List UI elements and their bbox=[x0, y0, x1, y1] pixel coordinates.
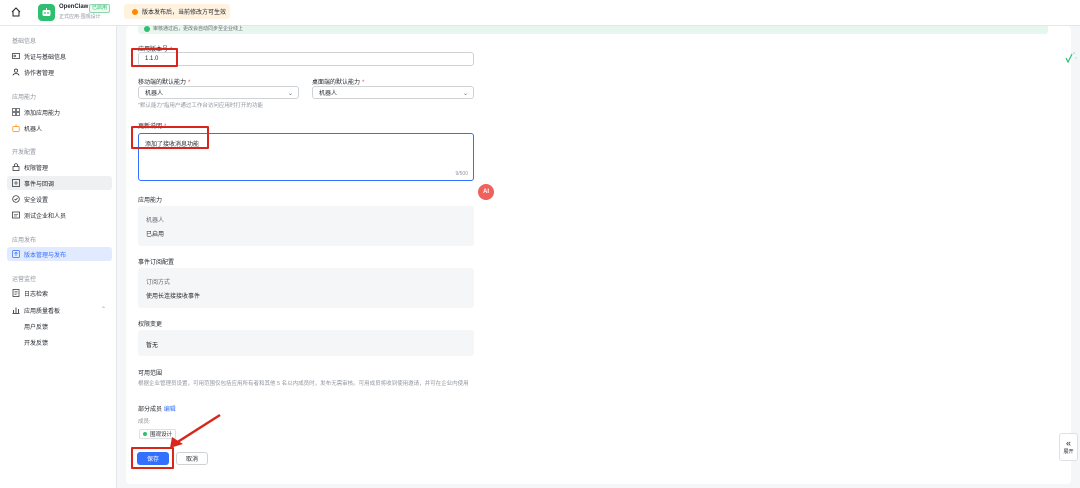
desktop-ability-label: 桌面端的默认能力 * bbox=[312, 80, 365, 86]
annotation-box-version bbox=[131, 48, 178, 67]
sidebar-item-label: 事件与回调 bbox=[24, 181, 55, 188]
scope-section-title: 可用范围 bbox=[138, 371, 163, 377]
event-method-value: 使用长连接接收事件 bbox=[146, 294, 201, 300]
event-card: 订阅方式 使用长连接接收事件 bbox=[138, 268, 474, 308]
sidebar-group-release: 应用发布 bbox=[12, 238, 37, 244]
perm-section-title: 权限变更 bbox=[138, 322, 163, 328]
app-logo-icon bbox=[38, 4, 55, 21]
sidebar-item-add-capability[interactable]: 添加应用能力 bbox=[7, 105, 112, 119]
expand-label: 展开 bbox=[1063, 449, 1074, 455]
sidebar-group-capability: 应用能力 bbox=[12, 95, 37, 101]
sidebar-item-label: 机器人 bbox=[24, 126, 43, 133]
sidebar-item-label: 版本管理与发布 bbox=[24, 252, 67, 259]
sidebar-item-label: 应用质量看板 bbox=[24, 308, 61, 315]
app-name: OpenClaw bbox=[59, 4, 89, 10]
ai-assist-button[interactable]: AI bbox=[478, 184, 494, 200]
scope-description: 根据企业管理员设置，可用范围仅包括应用所有者和其他 5 名以内成员时，发布无需审… bbox=[138, 381, 469, 387]
sparkle-icon bbox=[1065, 52, 1077, 64]
test-icon bbox=[12, 211, 20, 219]
sidebar-item-permissions[interactable]: 权限管理 bbox=[7, 160, 112, 174]
id-card-icon bbox=[12, 53, 20, 59]
chevron-down-icon: ⌄ bbox=[287, 91, 293, 97]
ability-status: 已启用 bbox=[146, 232, 165, 238]
sidebar-item-credentials[interactable]: 凭证与基础信息 bbox=[7, 49, 112, 63]
group-avatar-icon bbox=[143, 432, 147, 436]
grid-icon bbox=[12, 108, 20, 116]
members-label: 成员: bbox=[138, 419, 151, 425]
sidebar-item-label: 权限管理 bbox=[24, 165, 49, 172]
sidebar-item-collaborators[interactable]: 协作者管理 bbox=[7, 65, 112, 79]
sidebar-item-version-release[interactable]: 版本管理与发布 bbox=[7, 247, 112, 261]
ability-name: 机器人 bbox=[146, 218, 165, 224]
annotation-box-notes bbox=[131, 126, 209, 149]
char-count: 9/500 bbox=[455, 171, 468, 177]
desktop-ability-select[interactable]: 机器人 ⌄ bbox=[312, 86, 474, 99]
mobile-ability-label: 移动端的默认能力 * bbox=[138, 80, 191, 86]
sidebar-item-test-org[interactable]: 测试企业和人员 bbox=[7, 208, 112, 222]
sidebar-item-label: 日志检索 bbox=[24, 291, 49, 298]
sidebar: 基础信息 凭证与基础信息 协作者管理 应用能力 添加应用能力 机器人 开发配置 … bbox=[0, 26, 117, 488]
annotation-arrow-icon bbox=[170, 413, 221, 448]
perm-value: 暂无 bbox=[146, 343, 159, 349]
banner-text: 审核通过后，更改会自动同步至企业线上 bbox=[153, 26, 244, 32]
sidebar-item-label: 测试企业和人员 bbox=[24, 213, 67, 220]
status-badge: 已启用 bbox=[89, 4, 111, 13]
sidebar-item-logs[interactable]: 日志检索 bbox=[7, 286, 112, 300]
event-icon bbox=[12, 179, 20, 187]
lock-icon bbox=[12, 163, 20, 171]
mobile-ability-select[interactable]: 机器人 ⌄ bbox=[138, 86, 299, 99]
sidebar-subitem-user-feedback[interactable]: 用户反馈 bbox=[24, 322, 48, 331]
notice-text: 版本发布后，当前修改方可生效 bbox=[142, 10, 227, 16]
event-section-title: 事件订阅配置 bbox=[138, 260, 175, 266]
sidebar-group-monitor: 运营监控 bbox=[12, 277, 37, 283]
chevron-down-icon: ⌄ bbox=[462, 91, 468, 97]
shield-icon bbox=[12, 195, 20, 203]
sidebar-item-security[interactable]: 安全设置 bbox=[7, 192, 112, 206]
ability-card: 机器人 已启用 bbox=[138, 206, 474, 246]
warning-icon bbox=[132, 8, 138, 15]
sidebar-item-quality-dashboard[interactable]: 应用质量看板 ⌃ bbox=[7, 303, 112, 317]
app-subtitle: 正式应用·围观设计 bbox=[59, 14, 101, 20]
sidebar-item-label: 凭证与基础信息 bbox=[24, 54, 67, 61]
sidebar-subitem-dev-feedback[interactable]: 开发反馈 bbox=[24, 338, 48, 347]
default-ability-hint: "默认能力"指用户通过工作台访问应用时打开的功能 bbox=[138, 103, 263, 109]
expand-panel-button[interactable]: « 展开 bbox=[1059, 433, 1078, 461]
chevron-up-icon[interactable]: ⌃ bbox=[101, 306, 106, 313]
sidebar-item-label: 添加应用能力 bbox=[24, 110, 61, 117]
version-input[interactable]: 1.1.0 bbox=[138, 52, 474, 66]
sidebar-group-dev: 开发配置 bbox=[12, 150, 37, 156]
log-icon bbox=[12, 289, 20, 297]
sidebar-item-events[interactable]: 事件与回调 bbox=[7, 176, 112, 190]
sidebar-item-robot[interactable]: 机器人 bbox=[7, 121, 112, 135]
home-icon[interactable] bbox=[10, 6, 22, 18]
robot-icon bbox=[12, 124, 20, 132]
top-bar: OpenClaw 已启用 正式应用·围观设计 版本发布后，当前修改方可生效 bbox=[0, 0, 1080, 26]
user-icon bbox=[12, 68, 20, 76]
check-circle-icon bbox=[144, 26, 150, 32]
release-icon bbox=[12, 250, 20, 258]
sidebar-item-label: 协作者管理 bbox=[24, 70, 55, 77]
double-chevron-left-icon: « bbox=[1065, 438, 1071, 448]
bar-chart-icon bbox=[12, 307, 20, 314]
sidebar-item-label: 安全设置 bbox=[24, 197, 49, 204]
ability-section-title: 应用能力 bbox=[138, 198, 163, 204]
info-banner: 审核通过后，更改会自动同步至企业线上 bbox=[138, 26, 1048, 34]
sidebar-group-basic: 基础信息 bbox=[12, 39, 37, 45]
perm-card: 暂无 bbox=[138, 330, 474, 356]
publish-notice: 版本发布后，当前修改方可生效 bbox=[124, 4, 230, 19]
event-method-label: 订阅方式 bbox=[146, 280, 171, 286]
